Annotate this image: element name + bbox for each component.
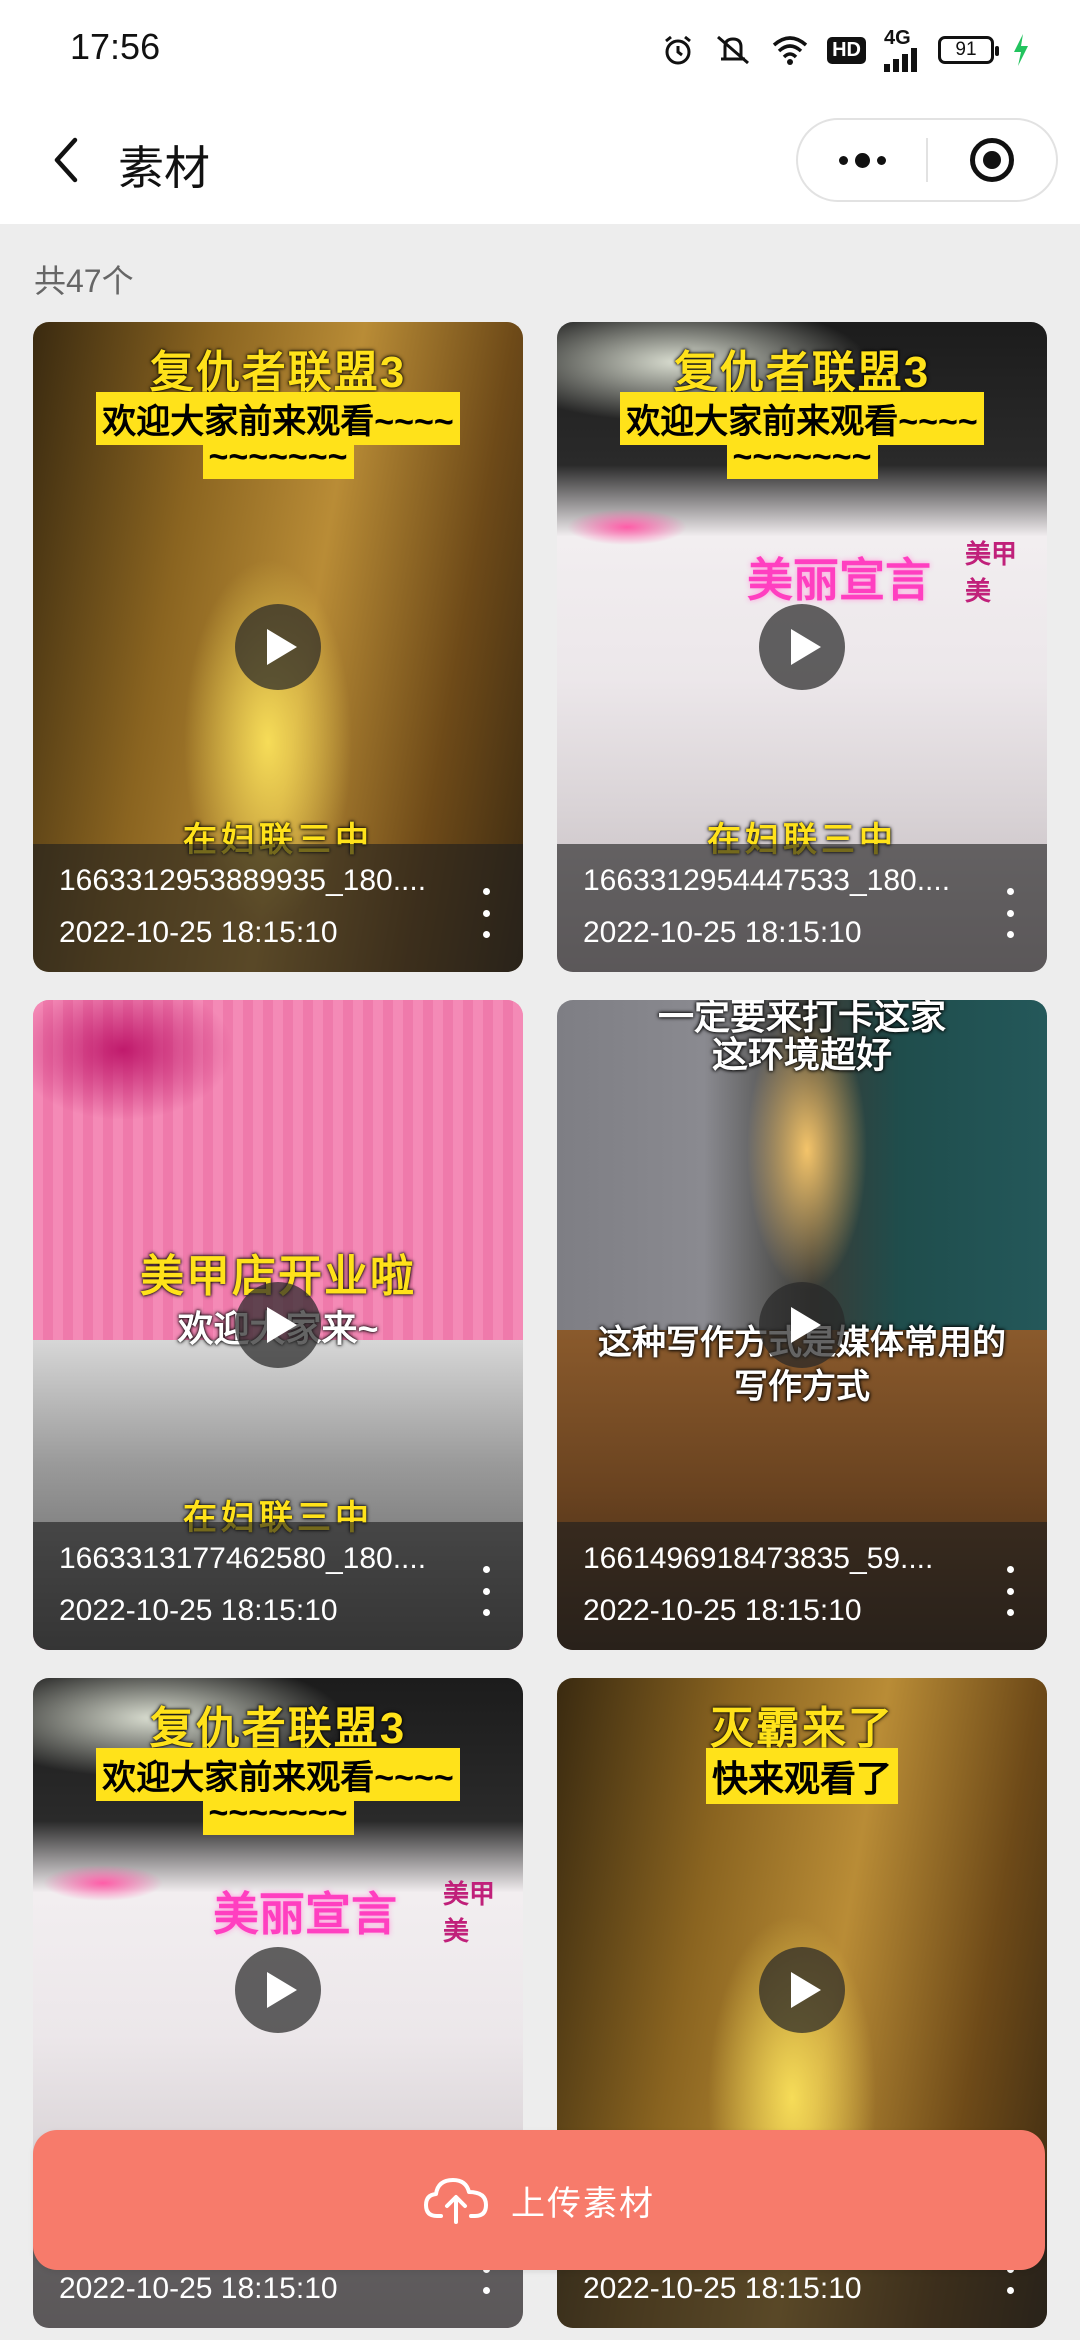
status-time: 17:56 xyxy=(70,26,161,67)
item-more-icon[interactable] xyxy=(471,1566,501,1616)
card-info: 1663313177462580_180.... 2022-10-25 18:1… xyxy=(33,1522,523,1650)
back-button[interactable] xyxy=(36,130,96,190)
mute-icon xyxy=(717,35,750,65)
video-banner-sub2: ~~~~~~~ xyxy=(726,436,878,479)
file-name: 1663312954447533_180.... xyxy=(583,864,951,897)
video-banner-sub2: ~~~~~~~ xyxy=(202,1792,354,1835)
more-button[interactable] xyxy=(798,120,926,200)
file-name: 1663313177462580_180.... xyxy=(59,1542,427,1575)
charging-icon xyxy=(1014,34,1028,66)
item-more-icon[interactable] xyxy=(995,1566,1025,1616)
card-info: 1663312953889935_180.... 2022-10-25 18:1… xyxy=(33,844,523,972)
video-top-caption2: 这环境超好 xyxy=(711,1034,892,1075)
mini-program-capsule xyxy=(796,118,1058,202)
file-date: 2022-10-25 18:15:10 xyxy=(583,1594,862,1627)
file-name: 1663312953889935_180.... xyxy=(59,864,427,897)
video-banner-title: 复仇者联盟3 xyxy=(673,348,931,397)
material-card[interactable]: 美甲店开业啦 欢迎大家来~ 在妇联三中 1663313177462580_180… xyxy=(33,1000,523,1650)
alarm-icon xyxy=(665,35,692,65)
close-mini-program-button[interactable] xyxy=(928,120,1056,200)
material-card[interactable]: 复仇者联盟3 欢迎大家前来观看~~~~ ~~~~~~~ 在妇联三中 166331… xyxy=(33,322,523,972)
video-banner-sub2-wrap: ~~~~~~~ xyxy=(557,436,1047,479)
card-info: 1663312954447533_180.... 2022-10-25 18:1… xyxy=(557,844,1047,972)
item-more-icon[interactable] xyxy=(471,888,501,938)
video-banner-sub2-wrap: ~~~~~~~ xyxy=(33,436,523,479)
play-icon[interactable] xyxy=(235,604,321,690)
battery-level: 91 xyxy=(955,39,977,60)
network-type: 4G xyxy=(884,27,911,49)
video-banner-title: 复仇者联盟3 xyxy=(149,1704,407,1753)
video-banner-sub-wrap: 快来观看了 xyxy=(557,1748,1047,1804)
card-info: 1661496918473835_59.... 2022-10-25 18:15… xyxy=(557,1522,1047,1650)
play-icon[interactable] xyxy=(759,604,845,690)
video-banner-sub2-wrap: ~~~~~~~ xyxy=(33,1792,523,1835)
battery-icon: 91 xyxy=(938,36,999,64)
target-icon xyxy=(969,138,1014,182)
status-icons: HD 4G 91 xyxy=(661,28,1030,72)
file-date: 2022-10-25 18:15:10 xyxy=(583,916,862,949)
nav-bar: 素材 xyxy=(0,96,1080,224)
material-card[interactable]: 一定要来打卡这家 这环境超好 这种写作方式是媒体常用的 写作方式 1661496… xyxy=(557,1000,1047,1650)
video-mid-caption2: 写作方式 xyxy=(734,1368,870,1406)
item-more-icon[interactable] xyxy=(995,888,1025,938)
file-date: 2022-10-25 18:15:10 xyxy=(59,1594,338,1627)
hd-icon: HD xyxy=(827,36,866,64)
item-count: 共47个 xyxy=(34,263,134,299)
material-card[interactable]: 复仇者联盟3 欢迎大家前来观看~~~~ ~~~~~~~ 美丽宣言 美甲 美 在妇… xyxy=(557,322,1047,972)
video-banner-sub2: ~~~~~~~ xyxy=(202,436,354,479)
video-banner-sub: 快来观看了 xyxy=(705,1748,898,1804)
cloud-upload-icon xyxy=(424,2178,488,2224)
upload-button[interactable]: 上传素材 xyxy=(33,2130,1045,2270)
play-icon[interactable] xyxy=(759,1282,845,1368)
chevron-left-icon xyxy=(54,137,78,183)
play-icon[interactable] xyxy=(235,1947,321,2033)
file-date: 2022-10-25 18:15:10 xyxy=(59,916,338,949)
upload-label: 上传素材 xyxy=(511,2184,655,2223)
status-bar: 17:56 HD 4G 91 xyxy=(0,0,1080,96)
file-date: 2022-10-25 18:15:10 xyxy=(583,2272,862,2305)
more-dots-icon xyxy=(838,152,886,168)
play-icon[interactable] xyxy=(235,1282,321,1368)
signal-icon xyxy=(884,48,917,72)
store-sign: 美丽宣言 xyxy=(747,554,931,606)
wifi-icon xyxy=(772,36,808,65)
store-sign-side: 美甲 美 xyxy=(443,1879,496,1946)
video-banner-title: 复仇者联盟3 xyxy=(149,348,407,397)
store-sign-side: 美甲 美 xyxy=(965,539,1018,606)
store-sign: 美丽宣言 xyxy=(213,1888,397,1940)
signal-group: 4G xyxy=(884,28,920,72)
file-date: 2022-10-25 18:15:10 xyxy=(59,2272,338,2305)
video-banner-title: 灭霸来了 xyxy=(710,1704,894,1753)
play-icon[interactable] xyxy=(759,1947,845,2033)
page-title: 素材 xyxy=(118,142,210,194)
file-name: 1661496918473835_59.... xyxy=(583,1542,934,1575)
